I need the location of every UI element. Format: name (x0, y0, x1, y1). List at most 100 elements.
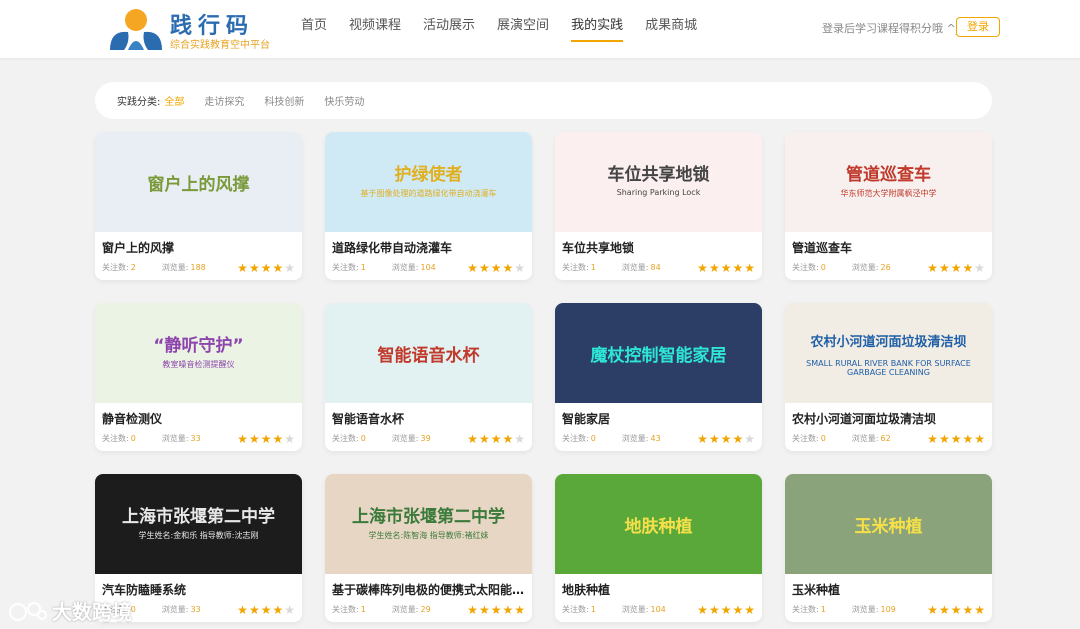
card-meta: 关注数: 2 浏览量: 188 ★ ★ ★ ★ ★ (95, 255, 302, 275)
nav-item-1[interactable]: 视频课程 (338, 0, 412, 58)
nav-item-0[interactable]: 首页 (290, 0, 338, 58)
views-count: 84 (650, 263, 661, 272)
follow-label: 关注数: (332, 605, 359, 614)
card-title[interactable]: 农村小河道河面垃圾清洁坝 (785, 403, 992, 426)
filter-option-2[interactable]: 科技创新 (264, 93, 304, 108)
nav-item-4[interactable]: 我的实践 (560, 0, 634, 58)
thumbnail-subtitle: 学生姓名:陈智海 指导教师:褚红妹 (368, 531, 489, 540)
card-title[interactable]: 道路绿化带自动浇灌车 (325, 232, 532, 255)
card-thumbnail: 管道巡查车 华东师范大学附属枫泾中学 (785, 132, 992, 232)
star-icon: ★ (708, 260, 720, 275)
thumbnail-title: 车位共享地锁 (607, 165, 710, 185)
star-icon: ★ (927, 431, 938, 446)
card-meta: 关注数: 1 浏览量: 84 ★ ★ ★ ★ ★ (555, 255, 762, 275)
practice-card[interactable]: 智能语音水杯 智能语音水杯 关注数: 0 浏览量: 39 ★ ★ ★ ★ ★ (325, 303, 532, 451)
star-icon: ★ (237, 431, 248, 446)
thumbnail-title: 上海市张堰第二中学 (122, 507, 275, 527)
star-icon: ★ (938, 260, 950, 275)
login-button[interactable]: 登录 (956, 17, 1000, 37)
follow-label: 关注数: (792, 434, 819, 443)
nav-item-3[interactable]: 展演空间 (486, 0, 560, 58)
main-nav: 首页 视频课程 活动展示 展演空间 我的实践 成果商城 (290, 0, 708, 58)
card-title[interactable]: 管道巡查车 (785, 232, 992, 255)
thumbnail-title: 魔杖控制智能家居 (590, 346, 727, 366)
follow-count: 1 (360, 263, 366, 272)
star-icon: ★ (938, 431, 950, 446)
card-title[interactable]: 窗户上的风撑 (95, 232, 302, 255)
practice-card[interactable]: 地肤种植 地肤种植 关注数: 1 浏览量: 104 ★ ★ ★ ★ ★ (555, 474, 762, 622)
star-icon: ★ (284, 260, 295, 275)
site-logo[interactable]: 践行码 综合实践教育空中平台 (106, 6, 276, 52)
views-label: 浏览量: (851, 263, 879, 272)
star-icon: ★ (950, 260, 962, 275)
star-icon: ★ (272, 602, 284, 617)
star-rating: ★ ★ ★ ★ ★ (927, 262, 985, 274)
thumbnail-subtitle: Sharing Parking Lock (616, 188, 701, 197)
card-thumbnail: 上海市张堰第二中学学生姓名:陈智海 指导教师:褚红妹 (325, 474, 532, 574)
category-filter: 实践分类: 全部 走访探究 科技创新 快乐劳动 (95, 82, 992, 119)
follow-label: 关注数: (562, 605, 589, 614)
views-label: 浏览量: (621, 605, 649, 614)
practice-card[interactable]: 上海市张堰第二中学学生姓名:陈智海 指导教师:褚红妹基于碳棒阵列电极的便携式太阳… (325, 474, 532, 622)
star-icon: ★ (490, 260, 502, 275)
follow-count: 1 (360, 605, 366, 614)
card-title[interactable]: 基于碳棒阵列电极的便携式太阳能... (325, 574, 532, 597)
filter-option-0[interactable]: 全部 (164, 93, 184, 108)
card-meta: 关注数: 0 浏览量: 26 ★ ★ ★ ★ ★ (785, 255, 992, 275)
thumbnail-subtitle: 基于图像处理的道路绿化带自动浇灌车 (360, 189, 497, 198)
practice-card[interactable]: 窗户上的风撑 窗户上的风撑 关注数: 2 浏览量: 188 ★ ★ ★ ★ ★ (95, 132, 302, 280)
card-title[interactable]: 地肤种植 (555, 574, 762, 597)
star-icon: ★ (237, 260, 248, 275)
nav-item-5[interactable]: 成果商城 (634, 0, 708, 58)
card-title[interactable]: 智能语音水杯 (325, 403, 532, 426)
views-count: 104 (650, 605, 666, 614)
star-icon: ★ (284, 431, 295, 446)
star-icon: ★ (260, 602, 272, 617)
star-icon: ★ (467, 431, 478, 446)
filter-option-1[interactable]: 走访探究 (204, 93, 244, 108)
star-icon: ★ (478, 260, 490, 275)
card-meta: 关注数: 0 浏览量: 39 ★ ★ ★ ★ ★ (325, 426, 532, 446)
card-title[interactable]: 车位共享地锁 (555, 232, 762, 255)
views-count: 39 (420, 434, 431, 443)
thumbnail-title: 上海市张堰第二中学 (352, 507, 505, 527)
star-icon: ★ (248, 260, 260, 275)
star-icon: ★ (950, 431, 962, 446)
star-rating: ★ ★ ★ ★ ★ (467, 604, 525, 616)
star-icon: ★ (502, 260, 514, 275)
star-icon: ★ (720, 602, 732, 617)
follow-label: 关注数: (792, 605, 819, 614)
card-thumbnail: 窗户上的风撑 (95, 132, 302, 232)
star-icon: ★ (962, 431, 974, 446)
follow-label: 关注数: (562, 263, 589, 272)
follow-label: 关注数: (562, 434, 589, 443)
practice-card[interactable]: 护绿使者 基于图像处理的道路绿化带自动浇灌车 道路绿化带自动浇灌车 关注数: 1 浏览量:… (325, 132, 532, 280)
practice-card[interactable]: 车位共享地锁 Sharing Parking Lock 车位共享地锁 关注数: 1 浏览量… (555, 132, 762, 280)
practice-card[interactable]: 魔杖控制智能家居 智能家居 关注数: 0 浏览量: 43 ★ ★ ★ ★ ★ (555, 303, 762, 451)
practice-card[interactable]: 管道巡查车 华东师范大学附属枫泾中学 管道巡查车 关注数: 0 浏览量: 26 ★ ★ ★ ★ ★ (785, 132, 992, 280)
views-label: 浏览量: (391, 263, 419, 272)
card-title[interactable]: 汽车防瞌睡系统 (95, 574, 302, 597)
star-icon: ★ (467, 260, 478, 275)
card-title[interactable]: 智能家居 (555, 403, 762, 426)
thumbnail-title: 管道巡查车 (846, 165, 931, 185)
star-icon: ★ (962, 602, 974, 617)
filter-option-3[interactable]: 快乐劳动 (324, 93, 364, 108)
card-title[interactable]: 玉米种植 (785, 574, 992, 597)
star-rating: ★ ★ ★ ★ ★ (237, 433, 295, 445)
follow-count: 0 (360, 434, 366, 443)
star-icon: ★ (514, 602, 525, 617)
views-count: 29 (420, 605, 431, 614)
star-icon: ★ (962, 260, 974, 275)
card-title[interactable]: 静音检测仪 (95, 403, 302, 426)
star-rating: ★ ★ ★ ★ ★ (697, 262, 755, 274)
thumbnail-subtitle: 学生姓名:金和乐 指导教师:沈志刚 (138, 531, 259, 540)
thumbnail-subtitle: SMALL RURAL RIVER BANK FOR SURFACE GARBA… (806, 359, 971, 377)
practice-card[interactable]: 玉米种植 玉米种植 关注数: 1 浏览量: 109 ★ ★ ★ ★ ★ (785, 474, 992, 622)
practice-card[interactable]: 农村小河道河面垃圾清洁坝 SMALL RURAL RIVER BANK FOR S… (785, 303, 992, 451)
practice-card[interactable]: “静听守护” 教室噪音检测提醒仪 静音检测仪 关注数: 0 浏览量: 33 ★ ★ ★ ★ ★ (95, 303, 302, 451)
card-thumbnail: “静听守护” 教室噪音检测提醒仪 (95, 303, 302, 403)
views-label: 浏览量: (391, 434, 419, 443)
nav-item-2[interactable]: 活动展示 (412, 0, 486, 58)
card-thumbnail: 农村小河道河面垃圾清洁坝 SMALL RURAL RIVER BANK FOR S… (785, 303, 992, 403)
